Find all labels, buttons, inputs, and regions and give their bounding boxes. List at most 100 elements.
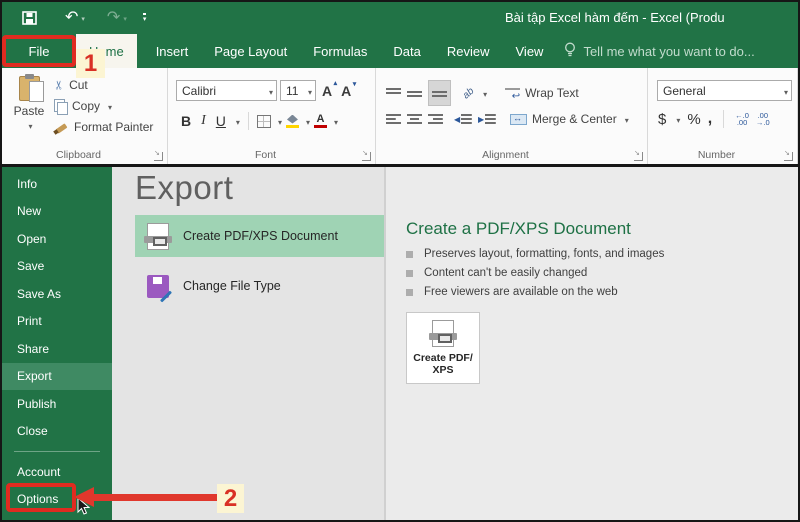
tab-insert[interactable]: Insert xyxy=(143,34,202,68)
font-dialog-launcher-icon[interactable] xyxy=(362,149,371,161)
sidebar-item-account[interactable]: Account xyxy=(2,458,112,486)
sidebar-item-save[interactable]: Save xyxy=(2,253,112,281)
font-size-value: 11 xyxy=(286,83,299,98)
bullet-item: Preserves layout, formatting, fonts, and… xyxy=(406,248,798,260)
merge-center-dropdown-icon[interactable] xyxy=(622,112,629,126)
clipboard-dialog-launcher-icon[interactable] xyxy=(154,149,163,161)
sidebar-item-publish[interactable]: Publish xyxy=(2,390,112,418)
sidebar-item-print[interactable]: Print xyxy=(2,308,112,336)
decrease-font-size-icon[interactable] xyxy=(338,80,357,99)
tab-review[interactable]: Review xyxy=(434,34,503,68)
font-color-icon[interactable] xyxy=(314,114,327,128)
tab-view[interactable]: View xyxy=(503,34,557,68)
copy-icon xyxy=(54,99,68,115)
format-painter-button[interactable]: Format Painter xyxy=(54,118,153,136)
sidebar-item-close[interactable]: Close xyxy=(2,418,112,446)
alignment-dialog-launcher-icon[interactable] xyxy=(634,149,643,161)
orientation-icon[interactable]: ab xyxy=(461,85,477,101)
bullet-square-icon xyxy=(406,288,413,296)
ribbon: Paste Cut Copy Format Painter Clipbo xyxy=(2,68,798,164)
paste-button[interactable]: Paste xyxy=(8,74,50,132)
fill-color-dropdown-icon[interactable] xyxy=(303,112,310,130)
decrease-indent-icon[interactable] xyxy=(454,113,472,125)
number-dialog-launcher-icon[interactable] xyxy=(784,149,793,161)
redo-icon[interactable]: ↷ xyxy=(107,8,120,28)
align-left-icon[interactable] xyxy=(386,113,401,125)
create-pdf-xps-document-label: Create PDF/XPS Document xyxy=(183,229,338,243)
sidebar-item-share[interactable]: Share xyxy=(2,335,112,363)
paste-dropdown-icon[interactable] xyxy=(25,118,32,132)
create-pdf-xps-document-item[interactable]: Create PDF/XPS Document xyxy=(135,215,384,257)
align-right-icon[interactable] xyxy=(428,113,443,125)
borders-dropdown-icon[interactable] xyxy=(275,112,282,130)
annotation-arrow xyxy=(92,494,217,501)
currency-format-button[interactable]: $ xyxy=(658,111,666,128)
wrap-text-button[interactable]: Wrap Text xyxy=(505,86,579,102)
merge-center-label: Merge & Center xyxy=(532,112,617,126)
italic-button[interactable]: I xyxy=(198,113,209,129)
bullet-square-icon xyxy=(406,250,413,258)
percent-format-button[interactable]: % xyxy=(687,111,700,128)
change-file-type-item[interactable]: Change File Type xyxy=(135,265,384,307)
paste-label: Paste xyxy=(13,104,45,118)
borders-icon[interactable] xyxy=(256,114,271,128)
tell-me-box[interactable]: Tell me what you want to do... xyxy=(564,34,755,68)
number-format-select[interactable]: General xyxy=(657,80,792,101)
backstage-main: Export Create PDF/XPS Document Change Fi… xyxy=(112,167,798,520)
format-painter-icon xyxy=(54,121,69,134)
alignment-group-label: Alignment xyxy=(482,149,529,161)
cut-button[interactable]: Cut xyxy=(54,76,153,94)
orientation-dropdown-icon[interactable] xyxy=(480,84,487,102)
redo-dropdown-icon[interactable]: ▾ xyxy=(123,15,127,23)
copy-dropdown-icon[interactable] xyxy=(105,99,112,113)
number-row-2: $ % , ←.0 .00 .00 →.0 xyxy=(658,110,770,128)
tab-data[interactable]: Data xyxy=(380,34,433,68)
undo-icon[interactable]: ↶ xyxy=(65,8,78,28)
customize-quick-access-toolbar-icon[interactable]: ▾ xyxy=(142,13,147,23)
alignment-row-2: Merge & Center xyxy=(386,112,629,126)
copy-button[interactable]: Copy xyxy=(54,97,153,115)
bullet-item: Content can't be easily changed xyxy=(406,267,798,279)
decrease-decimal-button[interactable]: .00 →.0 xyxy=(756,112,770,127)
increase-indent-icon[interactable] xyxy=(478,113,496,125)
save-icon[interactable] xyxy=(22,8,37,28)
comma-format-button[interactable]: , xyxy=(708,110,712,128)
tab-page-layout[interactable]: Page Layout xyxy=(201,34,300,68)
font-size-select[interactable]: 11 xyxy=(280,80,316,101)
wrap-text-label: Wrap Text xyxy=(525,86,579,100)
undo-dropdown-icon[interactable]: ▾ xyxy=(81,15,85,23)
bullet-square-icon xyxy=(406,269,413,277)
currency-dropdown-icon[interactable] xyxy=(673,110,680,128)
sidebar-item-info[interactable]: Info xyxy=(2,170,112,198)
annotation-arrow-head xyxy=(74,487,94,507)
sidebar-item-new[interactable]: New xyxy=(2,198,112,226)
sidebar-item-export[interactable]: Export xyxy=(2,362,112,390)
increase-decimal-button[interactable]: ←.0 .00 xyxy=(735,112,749,127)
bottom-align-selected[interactable] xyxy=(428,80,451,106)
quick-access-toolbar: ↶ ▾ ↷ ▾ ▾ xyxy=(22,8,147,28)
bold-button[interactable]: B xyxy=(178,113,194,129)
underline-dropdown-icon[interactable] xyxy=(233,112,240,130)
font-name-dropdown-icon[interactable] xyxy=(266,84,273,98)
create-pdf-xps-button[interactable]: Create PDF/ XPS xyxy=(406,312,480,384)
font-name-select[interactable]: Calibri xyxy=(176,80,277,101)
merge-center-button[interactable]: Merge & Center xyxy=(510,112,629,126)
underline-button[interactable]: U xyxy=(213,113,229,129)
scissors-icon xyxy=(54,78,64,92)
number-format-dropdown-icon[interactable] xyxy=(781,84,788,98)
align-center-icon[interactable] xyxy=(407,113,422,125)
create-pdf-xps-button-label: Create PDF/ XPS xyxy=(413,352,473,376)
tab-formulas[interactable]: Formulas xyxy=(300,34,380,68)
font-size-dropdown-icon[interactable] xyxy=(305,84,312,98)
top-align-icon[interactable] xyxy=(386,87,401,99)
middle-align-icon[interactable] xyxy=(407,87,422,99)
fill-color-icon[interactable] xyxy=(286,115,299,128)
increase-font-size-icon[interactable] xyxy=(319,79,338,99)
font-row-2: B I U xyxy=(178,112,338,130)
sidebar-item-open[interactable]: Open xyxy=(2,225,112,253)
separator xyxy=(723,110,725,128)
font-color-dropdown-icon[interactable] xyxy=(331,112,338,130)
separator xyxy=(247,112,249,130)
sidebar-item-save-as[interactable]: Save As xyxy=(2,280,112,308)
ribbon-group-font: Calibri 11 B I U xyxy=(168,68,376,164)
